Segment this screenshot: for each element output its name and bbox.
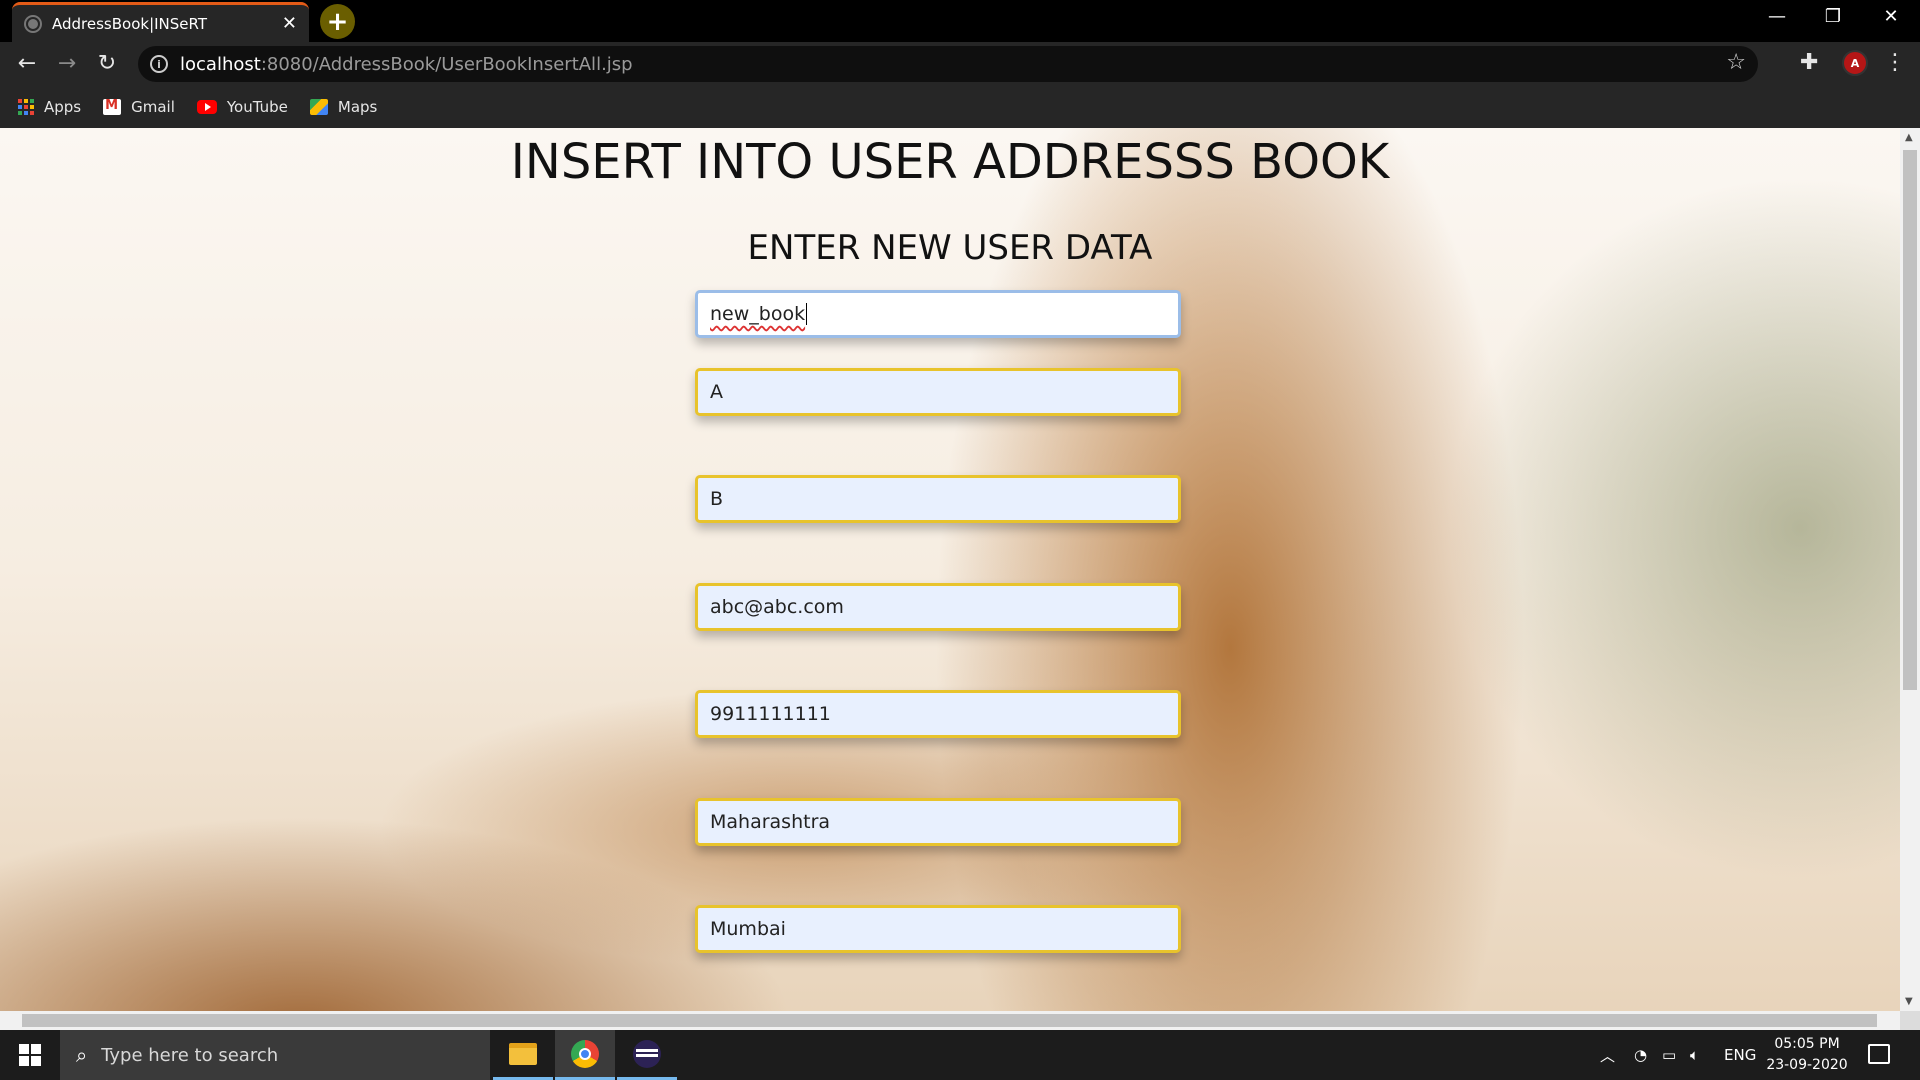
profile-avatar[interactable]: A [1842, 50, 1868, 76]
bookmark-maps[interactable]: Maps [309, 98, 378, 116]
field-value: Mumbai [710, 918, 786, 940]
action-center-icon[interactable] [1868, 1044, 1890, 1064]
clock-date: 23-09-2020 [1766, 1057, 1848, 1073]
url-path: :8080/AddressBook/UserBookInsertAll.jsp [260, 53, 633, 75]
bookmarks-bar: Apps Gmail YouTube Maps [0, 86, 1920, 128]
volume-icon[interactable]: 🔈︎ [1690, 1030, 1699, 1080]
start-button[interactable] [0, 1030, 60, 1080]
field-value: B [710, 488, 724, 510]
tab-close-icon[interactable]: ✕ [282, 13, 297, 34]
bookmark-gmail[interactable]: Gmail [103, 98, 175, 116]
horizontal-scrollbar[interactable] [0, 1011, 1900, 1030]
search-placeholder: Type here to search [101, 1044, 279, 1066]
url-host: localhost [180, 53, 261, 75]
network-icon[interactable]: ◔ [1634, 1030, 1647, 1080]
forward-arrow-icon[interactable]: → [52, 50, 82, 80]
horizontal-scroll-thumb[interactable] [22, 1014, 1877, 1027]
bookmark-star-icon[interactable]: ☆ [1726, 50, 1746, 75]
email-input[interactable]: abc@abc.com [695, 583, 1181, 631]
field-value: 9911111111 [710, 703, 831, 725]
book-name-input[interactable]: new_book [695, 290, 1181, 338]
eclipse-taskbar-button[interactable] [617, 1030, 677, 1080]
chrome-taskbar-button[interactable] [555, 1030, 615, 1080]
bookmark-label: Gmail [131, 98, 175, 116]
clock-time: 05:05 PM [1774, 1036, 1840, 1052]
state-input[interactable]: Maharashtra [695, 798, 1181, 846]
browser-toolbar: ← → ↻ i localhost:8080/AddressBook/UserB… [0, 42, 1920, 86]
file-explorer-button[interactable] [493, 1030, 553, 1080]
bookmark-label: Apps [44, 98, 82, 116]
phone-input[interactable]: 9911111111 [695, 690, 1181, 738]
form-subtitle: ENTER NEW USER DATA [747, 228, 1153, 268]
address-bar[interactable]: i localhost:8080/AddressBook/UserBookIns… [138, 46, 1758, 82]
text-caret [806, 303, 808, 325]
scroll-down-arrow-icon[interactable]: ▼ [1905, 996, 1913, 1007]
field-value: Maharashtra [710, 811, 831, 833]
field-value: abc@abc.com [710, 596, 844, 618]
scrollbar-corner [1900, 1011, 1920, 1030]
restore-button[interactable]: ❐ [1808, 6, 1858, 27]
windows-taskbar: ⌕ Type here to search ︿ ◔ ▭ 🔈︎ ENG 05:05… [0, 1030, 1920, 1080]
tab-title: AddressBook|INSeRT [52, 14, 208, 33]
vertical-scroll-thumb[interactable] [1903, 150, 1917, 690]
back-arrow-icon[interactable]: ← [12, 50, 42, 80]
vertical-scrollbar[interactable]: ▲ ▼ [1900, 128, 1920, 1011]
city-input[interactable]: Mumbai [695, 905, 1181, 953]
eclipse-icon [633, 1039, 661, 1068]
info-icon[interactable]: i [150, 55, 168, 73]
apps-grid-icon [18, 99, 34, 115]
new-tab-button[interactable]: + [320, 4, 355, 39]
close-window-button[interactable]: ✕ [1866, 6, 1916, 27]
search-icon: ⌕ [76, 1043, 88, 1067]
folder-icon [509, 1042, 537, 1065]
gmail-icon [103, 98, 122, 115]
scroll-up-arrow-icon[interactable]: ▲ [1905, 132, 1913, 143]
page-viewport: INSERT INTO USER ADDRESSS BOOK ENTER NEW… [0, 128, 1900, 1011]
browser-titlebar: AddressBook|INSeRT ✕ + — ❐ ✕ [0, 0, 1920, 42]
extensions-puzzle-icon[interactable]: ✚ [1800, 50, 1818, 75]
globe-icon [24, 14, 42, 33]
reload-icon[interactable]: ↻ [92, 50, 122, 80]
language-indicator[interactable]: ENG [1724, 1030, 1756, 1080]
bookmark-youtube[interactable]: YouTube [196, 98, 288, 116]
field-value: A [710, 381, 723, 403]
windows-logo-icon [19, 1044, 41, 1066]
show-hidden-icons-chevron-icon[interactable]: ︿ [1600, 1030, 1615, 1080]
minimize-button[interactable]: — [1752, 6, 1802, 27]
bookmark-label: Maps [337, 98, 378, 116]
taskbar-clock[interactable]: 05:05 PM 23-09-2020 [1762, 1034, 1852, 1076]
bookmark-apps[interactable]: Apps [18, 98, 81, 116]
taskbar-search-box[interactable]: ⌕ Type here to search [60, 1030, 490, 1080]
bookmark-label: YouTube [226, 98, 288, 116]
page-title: INSERT INTO USER ADDRESSS BOOK [510, 134, 1390, 190]
first-name-input[interactable]: A [695, 368, 1181, 416]
more-menu-icon[interactable]: ⋮ [1884, 50, 1906, 75]
youtube-icon [196, 100, 217, 114]
field-value: new_book [710, 303, 806, 325]
browser-tab[interactable]: AddressBook|INSeRT ✕ [12, 2, 309, 42]
last-name-input[interactable]: B [695, 475, 1181, 523]
maps-icon [309, 99, 328, 115]
chrome-icon [571, 1039, 599, 1068]
battery-icon[interactable]: ▭ [1662, 1030, 1676, 1080]
